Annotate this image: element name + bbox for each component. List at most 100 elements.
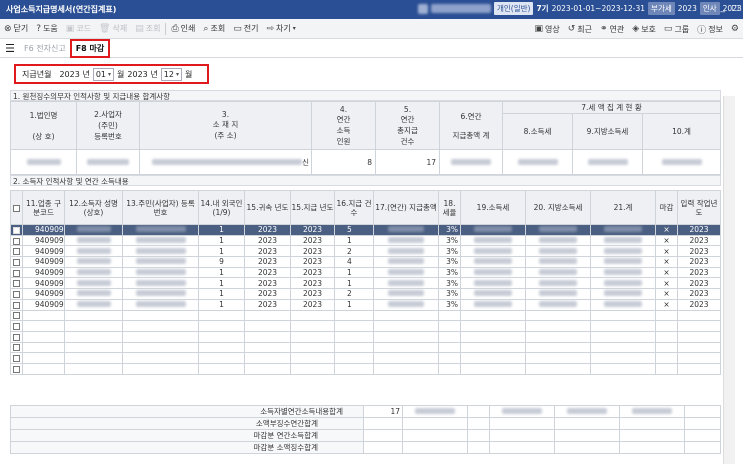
row-checkbox[interactable]	[10, 245, 23, 258]
cell-income-tax[interactable]	[460, 288, 526, 300]
cell-local-tax[interactable]	[525, 256, 591, 268]
maximize-icon[interactable]: □	[731, 3, 739, 12]
cell-count[interactable]	[334, 320, 374, 332]
protect-button[interactable]: ◈ 보호	[628, 20, 660, 38]
cell-pay-year[interactable]	[290, 341, 335, 354]
cell-year[interactable]: 2023	[244, 245, 291, 258]
cell-sum[interactable]	[590, 288, 656, 300]
cell-amount[interactable]	[373, 245, 439, 258]
cell-name[interactable]	[64, 224, 123, 236]
closed-header[interactable]: 마감	[655, 190, 678, 225]
cell-sum[interactable]	[590, 234, 656, 247]
cell-input-year[interactable]	[677, 352, 721, 364]
cell-rate[interactable]	[438, 330, 461, 343]
cell-amount[interactable]	[373, 352, 439, 364]
row-checkbox[interactable]	[10, 309, 23, 322]
cell-amount[interactable]	[373, 234, 439, 247]
select-all-checkbox[interactable]	[10, 190, 23, 225]
table-row[interactable]: 940909 1 2023 2023 1 3% × 2023	[10, 277, 721, 290]
cell-code[interactable]: 940909	[22, 277, 65, 290]
cell-closed[interactable]	[655, 352, 678, 364]
cell-local-tax[interactable]	[525, 309, 591, 322]
row-checkbox[interactable]	[10, 362, 23, 375]
input-year-header[interactable]: 입력 작업년도	[677, 190, 721, 225]
row-checkbox[interactable]	[10, 234, 23, 247]
table-row[interactable]: 940909 9 2023 2023 4 3% × 2023	[10, 256, 721, 268]
cell-input-year[interactable]	[677, 341, 721, 354]
cell-amount[interactable]	[373, 288, 439, 300]
cell-id[interactable]	[122, 266, 199, 279]
cell-count[interactable]	[334, 309, 374, 322]
cell-closed[interactable]: ×	[655, 298, 678, 311]
cell-income-tax[interactable]	[460, 224, 526, 236]
table-row[interactable]	[10, 352, 721, 364]
cell-rate[interactable]: 3%	[438, 288, 461, 300]
cell-amount[interactable]	[373, 266, 439, 279]
cell-local-tax[interactable]	[525, 245, 591, 258]
inquiry-button[interactable]: ▤ 조회	[131, 20, 164, 38]
cell-closed[interactable]	[655, 320, 678, 332]
cell-foreign[interactable]	[198, 320, 245, 332]
cell-id[interactable]	[122, 224, 199, 236]
cell-id[interactable]	[122, 362, 199, 375]
cell-income-tax[interactable]	[460, 341, 526, 354]
row-checkbox[interactable]	[10, 352, 23, 364]
cell-code[interactable]: 940909	[22, 256, 65, 268]
cell-count[interactable]	[334, 362, 374, 375]
cell-id[interactable]	[122, 277, 199, 290]
cell-foreign[interactable]: 1	[198, 288, 245, 300]
table-row[interactable]	[10, 341, 721, 354]
cell-id[interactable]	[122, 256, 199, 268]
delete-button[interactable]: 🗑 삭제	[95, 20, 131, 38]
cell-input-year[interactable]: 2023	[677, 245, 721, 258]
cell-code[interactable]	[22, 352, 65, 364]
cell-sum[interactable]	[590, 352, 656, 364]
table-row[interactable]: 940909 1 2023 2023 5 3% × 2023	[10, 224, 721, 236]
cell-name[interactable]	[64, 298, 123, 311]
local-tax-header[interactable]: 20. 지방소득세	[525, 190, 591, 225]
cell-income-tax[interactable]	[460, 362, 526, 375]
cell-local-tax[interactable]	[525, 224, 591, 236]
code-header[interactable]: 11.업종 구분코드	[22, 190, 65, 225]
help-button[interactable]: ? 도움	[32, 20, 62, 38]
cell-year[interactable]: 2023	[244, 266, 291, 279]
table-row[interactable]	[10, 320, 721, 332]
cell-rate[interactable]: 3%	[438, 298, 461, 311]
cell-count[interactable]: 1	[334, 234, 374, 247]
from-month-select[interactable]: 01 ▾	[92, 67, 115, 81]
pay-year-header[interactable]: 15.지급 년도	[290, 190, 335, 225]
cell-pay-year[interactable]	[290, 362, 335, 375]
cell-count[interactable]	[334, 341, 374, 354]
cell-closed[interactable]	[655, 309, 678, 322]
cell-closed[interactable]: ×	[655, 245, 678, 258]
cell-foreign[interactable]	[198, 309, 245, 322]
vertical-scrollbar[interactable]	[723, 96, 735, 464]
cell-id[interactable]	[122, 320, 199, 332]
minimize-icon[interactable]: _	[721, 3, 726, 13]
row-checkbox[interactable]	[10, 298, 23, 311]
row-checkbox[interactable]	[10, 224, 23, 236]
cell-local-tax[interactable]	[525, 266, 591, 279]
cell-rate[interactable]: 3%	[438, 277, 461, 290]
sum-header[interactable]: 21.계	[590, 190, 656, 225]
foreign-header[interactable]: 14.내 외국인 (1/9)	[198, 190, 245, 225]
cell-amount[interactable]	[373, 309, 439, 322]
cell-code[interactable]	[22, 362, 65, 375]
cell-foreign[interactable]: 1	[198, 224, 245, 236]
cell-amount[interactable]	[373, 341, 439, 354]
cell-name[interactable]	[64, 234, 123, 247]
cell-foreign[interactable]: 9	[198, 256, 245, 268]
cell-rate[interactable]	[438, 309, 461, 322]
table-row[interactable]	[10, 362, 721, 375]
group-button[interactable]: ▭ 그룹	[660, 20, 693, 38]
cell-name[interactable]	[64, 362, 123, 375]
cell-year[interactable]: 2023	[244, 256, 291, 268]
cell-income-tax[interactable]	[460, 266, 526, 279]
cell-count[interactable]: 1	[334, 298, 374, 311]
cell-code[interactable]: 940909	[22, 266, 65, 279]
cell-income-tax[interactable]	[460, 256, 526, 268]
cell-sum[interactable]	[590, 266, 656, 279]
cell-count[interactable]	[334, 352, 374, 364]
cell-foreign[interactable]	[198, 362, 245, 375]
cell-id[interactable]	[122, 341, 199, 354]
